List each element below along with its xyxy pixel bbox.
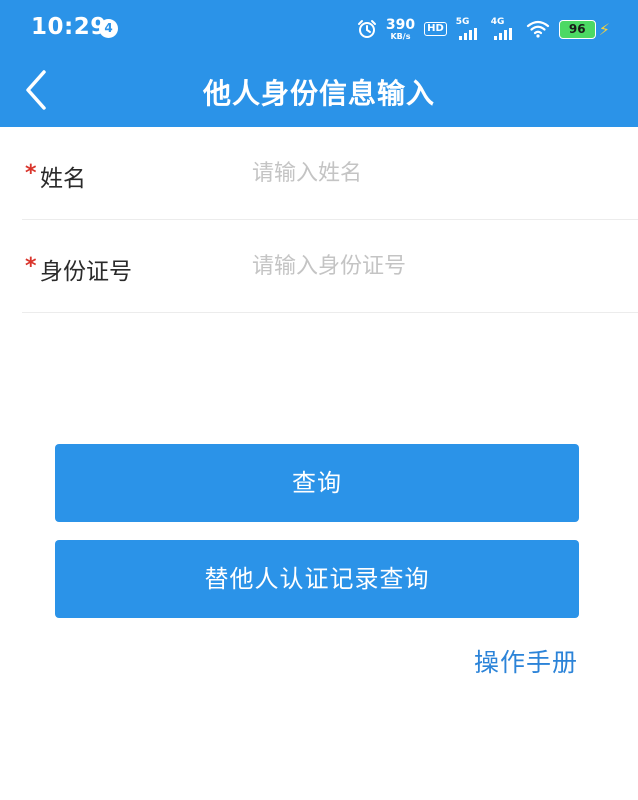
- charging-icon: ⚡: [598, 19, 610, 39]
- proxy-auth-records-button[interactable]: 替他人认证记录查询: [55, 540, 579, 618]
- id-number-input[interactable]: [252, 246, 622, 286]
- form-row-name: * 姓名: [22, 127, 638, 220]
- status-icons: 390 KB/s HD 5G 4G 96 ⚡: [357, 14, 610, 44]
- sim2-network-type: 4G: [490, 17, 505, 27]
- sim2-signal-icon: 4G: [490, 17, 517, 40]
- notification-badge: 4: [99, 19, 118, 38]
- query-button[interactable]: 查询: [55, 444, 579, 522]
- hd-voice-icon: HD: [424, 22, 447, 36]
- user-manual-link[interactable]: 操作手册: [474, 643, 578, 679]
- sim1-signal-icon: 5G: [455, 17, 482, 40]
- name-input[interactable]: [252, 153, 622, 193]
- form-row-id-number: * 身份证号: [22, 220, 638, 313]
- battery-icon: 96: [558, 19, 596, 39]
- net-speed-value: 390: [385, 16, 416, 33]
- net-speed: 390 KB/s: [386, 18, 415, 41]
- status-time: 10:29: [31, 14, 107, 40]
- sim1-network-type: 5G: [455, 17, 470, 27]
- required-mark: *: [25, 161, 37, 186]
- alarm-icon: [357, 20, 376, 38]
- id-number-label: 身份证号: [40, 259, 132, 285]
- name-label: 姓名: [40, 166, 86, 192]
- nav-bar: 他人身份信息输入: [0, 58, 638, 127]
- app-header: 10:29 4 390 KB/s HD 5G 4G 96 ⚡ 他人身份信息输入: [0, 0, 638, 127]
- status-bar: 10:29 4 390 KB/s HD 5G 4G 96 ⚡: [0, 0, 638, 58]
- wifi-icon: [526, 20, 549, 38]
- required-mark: *: [25, 254, 37, 279]
- net-speed-unit: KB/s: [390, 31, 411, 41]
- page-title: 他人身份信息输入: [202, 77, 435, 110]
